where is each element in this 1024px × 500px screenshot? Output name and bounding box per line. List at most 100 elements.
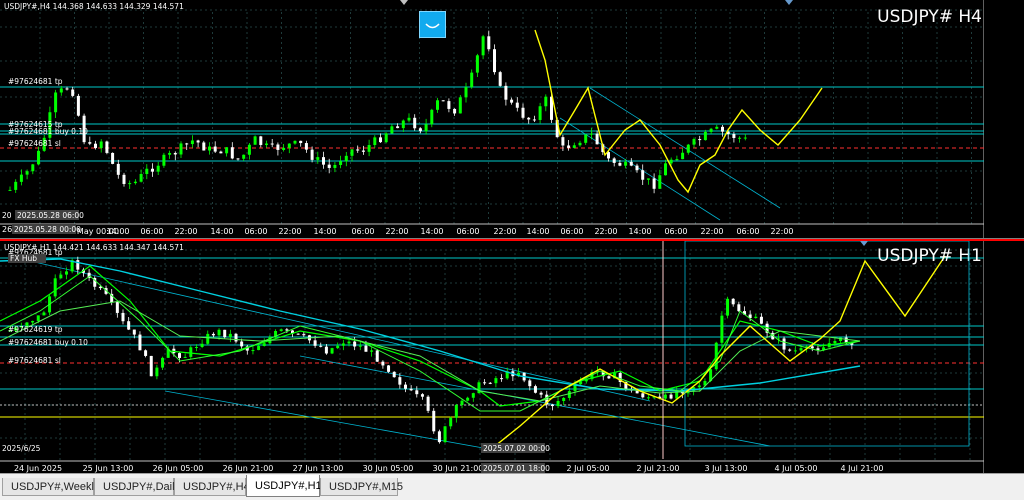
time-label: 06:00 — [244, 227, 267, 236]
candle-body — [721, 126, 724, 132]
tab-h1[interactable]: USDJPY#,H1 — [246, 475, 322, 497]
candle-body — [228, 333, 232, 338]
candle-body — [743, 137, 747, 139]
tab-weekly[interactable]: USDJPY#,Weekly — [2, 478, 99, 496]
time-label: 22:00 — [385, 227, 408, 236]
candle-body — [544, 96, 548, 107]
forecast-range-box — [684, 241, 970, 447]
candle-body — [293, 140, 297, 144]
candle-body — [538, 106, 542, 120]
candle-body — [641, 170, 645, 180]
candle-body — [196, 140, 200, 143]
candle-body — [494, 378, 498, 384]
smiley-expert-icon[interactable] — [419, 11, 446, 38]
candle-body — [398, 377, 402, 385]
candle-body — [132, 329, 136, 335]
candle-body — [392, 371, 396, 378]
candle-body — [420, 394, 424, 397]
candle-body — [225, 147, 229, 154]
candle-body — [532, 119, 536, 121]
forecast-path-line — [534, 29, 823, 194]
candle-body — [156, 165, 160, 172]
time-label: 30 Jun 05:00 — [363, 464, 414, 473]
tab-m15[interactable]: USDJPY#,M15 — [320, 478, 403, 496]
candle-body — [715, 126, 719, 129]
candle-body — [53, 278, 57, 297]
h1-chart[interactable]: 146.000145.896145.735145.500145.150145.0… — [0, 241, 984, 475]
time-label: 14:00 — [628, 227, 651, 236]
candle-body — [257, 345, 261, 351]
candle-body — [669, 394, 673, 399]
candle-body — [493, 49, 496, 73]
candle-body — [145, 168, 149, 174]
candle-body — [483, 382, 487, 384]
time-label: 4 Jul 05:00 — [775, 464, 818, 473]
candle-body — [200, 343, 204, 347]
candle-body — [453, 108, 457, 114]
candle-body — [247, 144, 251, 155]
candle-body — [37, 150, 40, 165]
candle-body — [42, 312, 46, 316]
candle-body — [470, 72, 474, 88]
candle-body — [381, 361, 385, 366]
candle-body — [407, 117, 411, 121]
time-label: 14:00 — [526, 227, 549, 236]
h1-chart-window[interactable]: 146.000145.896145.735145.500145.150145.0… — [0, 239, 1024, 475]
candle-body — [454, 405, 458, 418]
candle-body — [194, 346, 198, 348]
time-label: 25 Jun 13:00 — [83, 464, 134, 473]
candle-body — [341, 343, 345, 346]
candle-body — [475, 55, 479, 73]
chart-title: USDJPY# H1 — [877, 246, 982, 266]
time-label: 06:00 — [351, 227, 374, 236]
chart-tab-bar: USDJPY#,Weekly USDJPY#,Daily USDJPY#,H4 … — [0, 473, 1024, 500]
candle-body — [230, 147, 234, 159]
candle-body — [500, 378, 504, 380]
candle-body — [116, 163, 120, 175]
candle-body — [217, 329, 221, 336]
tab-daily[interactable]: USDJPY#,Daily — [94, 478, 180, 496]
candle-body — [646, 178, 650, 180]
time-label: 2 Jul 21:00 — [637, 464, 680, 473]
candle-body — [279, 329, 283, 332]
order-label: #97624681 sl — [8, 356, 61, 365]
candle-body — [384, 133, 388, 143]
candle-body — [115, 302, 119, 313]
candle-body — [578, 142, 582, 146]
moving-average-line — [0, 265, 861, 407]
candle-body — [270, 143, 274, 145]
candle-body — [624, 161, 628, 166]
candle-body — [213, 146, 217, 152]
h4-chart[interactable]: 148.092147.660146.625145.896145.590144.8… — [0, 0, 984, 238]
candle-body — [344, 155, 348, 162]
candle-body — [285, 329, 289, 331]
candle-body — [754, 316, 758, 319]
candle-body — [299, 140, 303, 144]
date-left-label: 2025/6/25 — [2, 444, 41, 453]
time-label: 14:00 — [313, 227, 336, 236]
candle-body — [759, 316, 763, 324]
candle-body — [162, 154, 166, 166]
candle-body — [675, 159, 679, 161]
time-label: 06:00 — [560, 227, 583, 236]
candle-body — [127, 321, 131, 330]
order-label: #97624681 tp — [8, 77, 63, 86]
tab-h4[interactable]: USDJPY#,H4 — [174, 478, 250, 496]
candle-body — [367, 145, 371, 152]
candle-body — [436, 100, 439, 110]
candle-body — [333, 164, 337, 168]
candle-body — [8, 189, 12, 191]
candle-body — [515, 102, 519, 108]
candle-body — [510, 99, 514, 103]
time-label: 4 Jul 21:00 — [841, 464, 884, 473]
candle-body — [418, 128, 422, 132]
time-label: 26 — [2, 225, 12, 234]
candle-body — [178, 353, 181, 358]
h4-chart-window[interactable]: 148.092147.660146.625145.896145.590144.8… — [0, 0, 1024, 239]
moving-average-line — [0, 275, 861, 412]
candle-body — [202, 142, 206, 151]
candle-body — [242, 154, 246, 159]
candle-body — [327, 164, 331, 168]
candle-body — [282, 147, 286, 150]
candle-body — [697, 385, 701, 388]
